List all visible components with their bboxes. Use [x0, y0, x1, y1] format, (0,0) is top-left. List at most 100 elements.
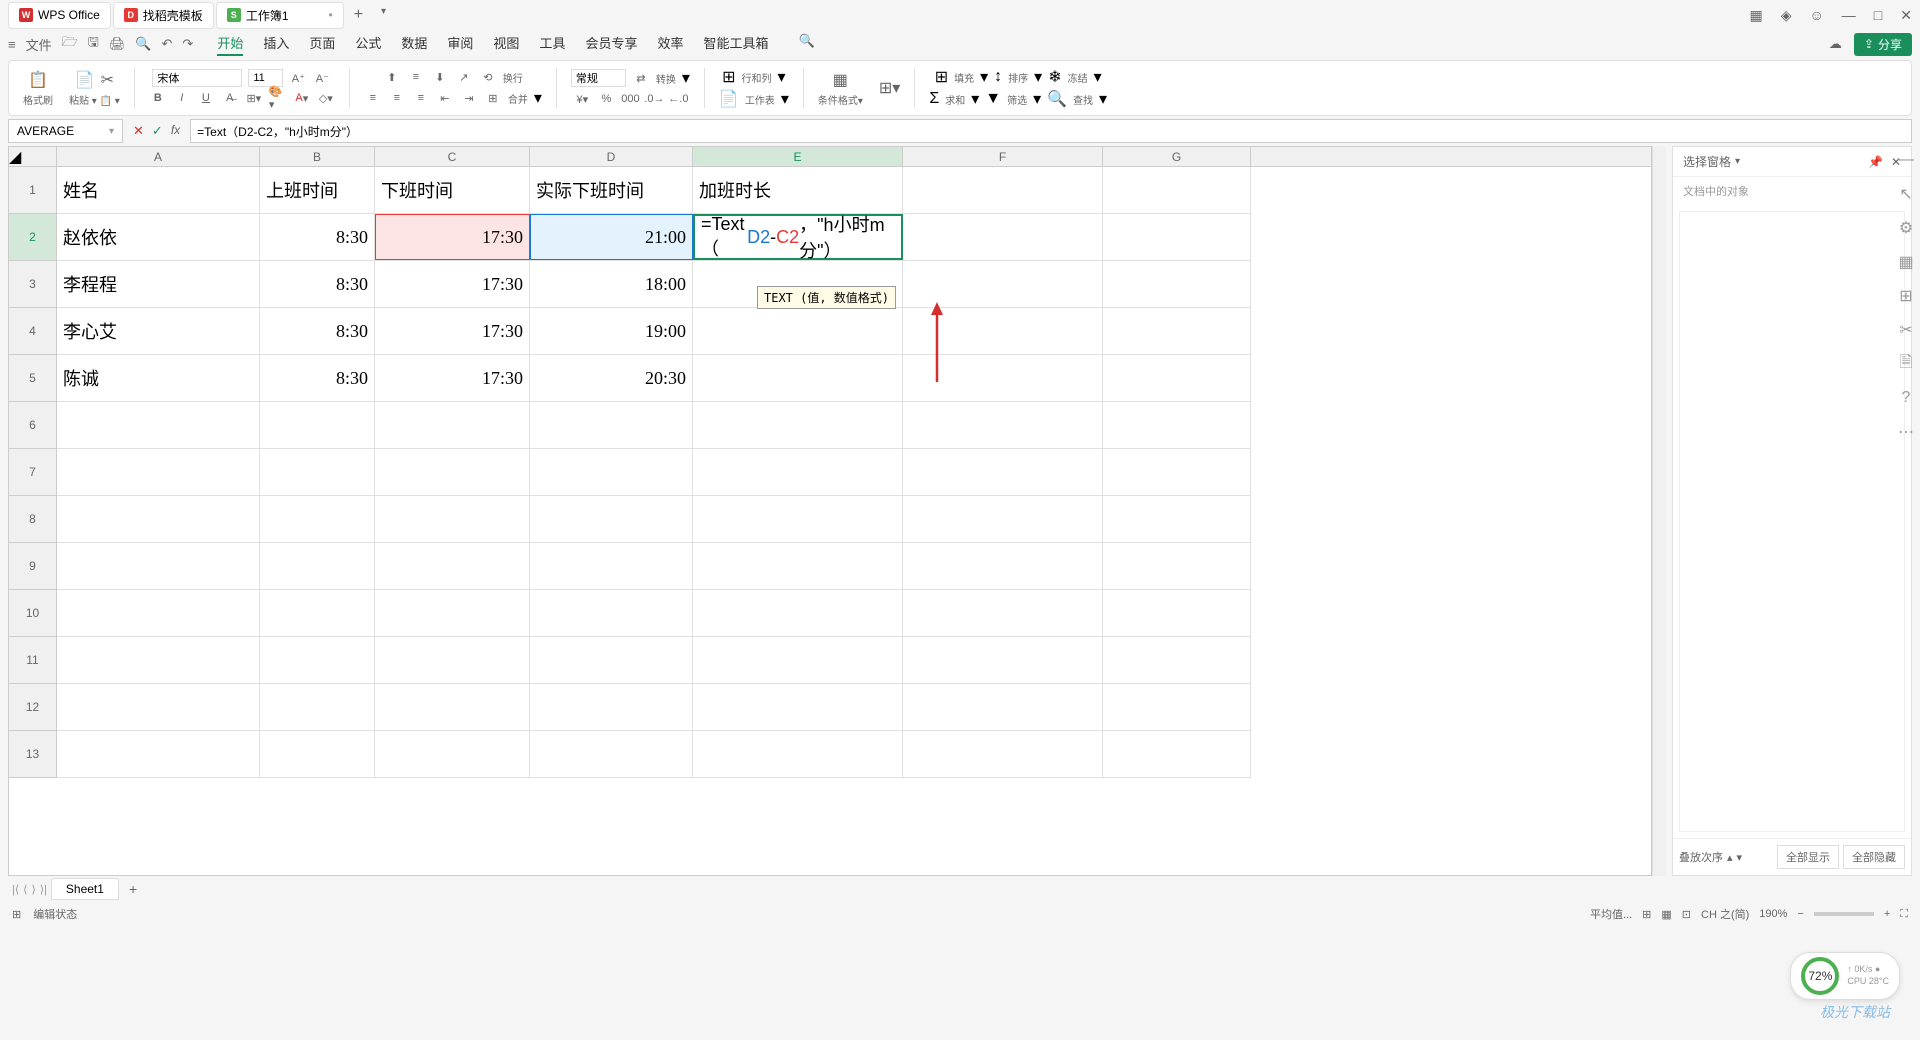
row-header-7[interactable]: 7	[9, 449, 56, 496]
view-layout-icon[interactable]: ⊡	[1682, 908, 1691, 921]
orient-icon[interactable]: ↗	[455, 68, 473, 86]
shrink-font-icon[interactable]: A⁻	[313, 69, 331, 87]
cloud-icon[interactable]: ☁	[1829, 36, 1842, 52]
menu-icon[interactable]: ≡	[8, 37, 16, 52]
cell-b4[interactable]: 8:30	[260, 308, 375, 354]
link-icon[interactable]: ✂	[1896, 320, 1916, 340]
row-header-5[interactable]: 5	[9, 355, 56, 402]
merge-icon[interactable]: ⊞	[484, 89, 502, 107]
cell-d2[interactable]: 21:00	[530, 214, 693, 260]
convert-icon[interactable]: ⇄	[632, 69, 650, 87]
align-mid-icon[interactable]: ≡	[407, 68, 425, 86]
fx-button[interactable]: fx	[171, 123, 180, 139]
indent-inc-icon[interactable]: ⇥	[460, 89, 478, 107]
cell-a5[interactable]: 陈诚	[57, 355, 260, 401]
select-icon[interactable]: ↖	[1896, 184, 1916, 204]
chevron-down-icon[interactable]: ▾	[109, 126, 114, 137]
cell-b5[interactable]: 8:30	[260, 355, 375, 401]
tab-wps-office[interactable]: W WPS Office	[8, 2, 111, 29]
currency-icon[interactable]: ¥▾	[573, 90, 591, 108]
thousand-icon[interactable]: 000	[621, 90, 639, 108]
align-left-icon[interactable]: ≡	[364, 89, 382, 107]
pin-icon[interactable]: 📌	[1868, 155, 1883, 169]
vertical-scrollbar[interactable]	[1652, 146, 1666, 876]
cell-a3[interactable]: 李程程	[57, 261, 260, 307]
print-icon[interactable]: 🖨	[109, 36, 126, 52]
cell-g3[interactable]	[1103, 261, 1251, 307]
col-header-c[interactable]: C	[375, 147, 530, 166]
redo-icon[interactable]: ↷	[182, 36, 193, 52]
grow-font-icon[interactable]: A⁺	[289, 69, 307, 87]
app-grid-icon[interactable]: ▦	[1749, 7, 1762, 24]
sheet-nav-last[interactable]: ⟩|	[40, 883, 47, 896]
tab-insert[interactable]: 插入	[263, 33, 289, 56]
chevron-down-icon[interactable]: ▾	[1735, 156, 1740, 167]
cell-a2[interactable]: 赵依依	[57, 214, 260, 260]
zoom-value[interactable]: 190%	[1759, 908, 1787, 920]
paste-group[interactable]: 📄✂ 粘贴 ▾ 📋 ▾	[63, 68, 126, 109]
cell-f2[interactable]	[903, 214, 1103, 260]
select-all-corner[interactable]: ◢	[9, 147, 57, 166]
backup-icon[interactable]: 🗎	[1896, 354, 1916, 374]
align-bot-icon[interactable]: ⬇	[431, 68, 449, 86]
styles-button[interactable]: ⊞▾	[873, 76, 906, 100]
cell-e4[interactable]	[693, 308, 903, 354]
minimize-button[interactable]: —	[1842, 7, 1856, 23]
sheet-nav-next[interactable]: ⟩	[31, 883, 35, 896]
formula-accept-button[interactable]: ✓	[152, 123, 163, 139]
name-box[interactable]: AVERAGE ▾	[8, 119, 123, 143]
row-header-3[interactable]: 3	[9, 261, 56, 308]
find-icon[interactable]: 🔍	[1047, 89, 1067, 109]
dec-dec-icon[interactable]: ←.0	[669, 90, 687, 108]
cell-d5[interactable]: 20:30	[530, 355, 693, 401]
cell-d1[interactable]: 实际下班时间	[530, 167, 693, 213]
settings-icon[interactable]: ⚙	[1896, 218, 1916, 238]
order-up-button[interactable]: ▴	[1727, 851, 1733, 864]
rowcol-icon[interactable]: ⊞	[722, 67, 735, 87]
row-header-6[interactable]: 6	[9, 402, 56, 449]
tab-efficiency[interactable]: 效率	[657, 33, 683, 56]
tab-formula[interactable]: 公式	[355, 33, 381, 56]
row-header-8[interactable]: 8	[9, 496, 56, 543]
tab-template[interactable]: D 找稻壳模板	[113, 2, 214, 29]
view-page-icon[interactable]: ▦	[1661, 908, 1671, 921]
underline-icon[interactable]: U	[197, 89, 215, 107]
fill-color-icon[interactable]: 🎨▾	[269, 89, 287, 107]
tab-review[interactable]: 审阅	[447, 33, 473, 56]
zoom-in-button[interactable]: +	[1884, 908, 1890, 920]
bold-icon[interactable]: B	[149, 89, 167, 107]
col-header-b[interactable]: B	[260, 147, 375, 166]
cut-icon[interactable]: ✂	[101, 70, 114, 90]
open-icon[interactable]: 🗁	[62, 33, 78, 55]
col-header-f[interactable]: F	[903, 147, 1103, 166]
row-header-2[interactable]: 2	[9, 214, 56, 261]
template-icon[interactable]: ⊞	[1896, 286, 1916, 306]
tab-data[interactable]: 数据	[401, 33, 427, 56]
tab-workbook[interactable]: S 工作簿1 •	[216, 2, 344, 29]
align-right-icon[interactable]: ≡	[412, 89, 430, 107]
dec-inc-icon[interactable]: .0→	[645, 90, 663, 108]
cell-a4[interactable]: 李心艾	[57, 308, 260, 354]
strike-icon[interactable]: A̶	[221, 89, 239, 107]
cell-c4[interactable]: 17:30	[375, 308, 530, 354]
search-icon[interactable]: 🔍	[799, 33, 815, 56]
formula-cancel-button[interactable]: ✕	[133, 123, 144, 139]
more-icon[interactable]: ⋯	[1896, 422, 1916, 442]
font-color-icon[interactable]: A▾	[293, 89, 311, 107]
user-icon[interactable]: ☺	[1810, 7, 1824, 23]
cell-e5[interactable]	[693, 355, 903, 401]
sheet-nav-first[interactable]: |⟨	[12, 883, 19, 896]
formula-input[interactable]: =Text（D2-C2，"h小时m分"）	[190, 119, 1912, 143]
cell-g1[interactable]	[1103, 167, 1251, 213]
cell-d4[interactable]: 19:00	[530, 308, 693, 354]
row-header-9[interactable]: 9	[9, 543, 56, 590]
status-avg[interactable]: 平均值...	[1590, 906, 1632, 922]
cell-g2[interactable]	[1103, 214, 1251, 260]
add-sheet-button[interactable]: +	[123, 881, 143, 897]
format-brush-group[interactable]: 📋 格式刷	[17, 68, 59, 109]
tab-tools[interactable]: 工具	[539, 33, 565, 56]
indent-dec-icon[interactable]: ⇤	[436, 89, 454, 107]
show-all-button[interactable]: 全部显示	[1777, 845, 1839, 869]
row-header-11[interactable]: 11	[9, 637, 56, 684]
collapse-icon[interactable]: —	[1896, 150, 1916, 170]
